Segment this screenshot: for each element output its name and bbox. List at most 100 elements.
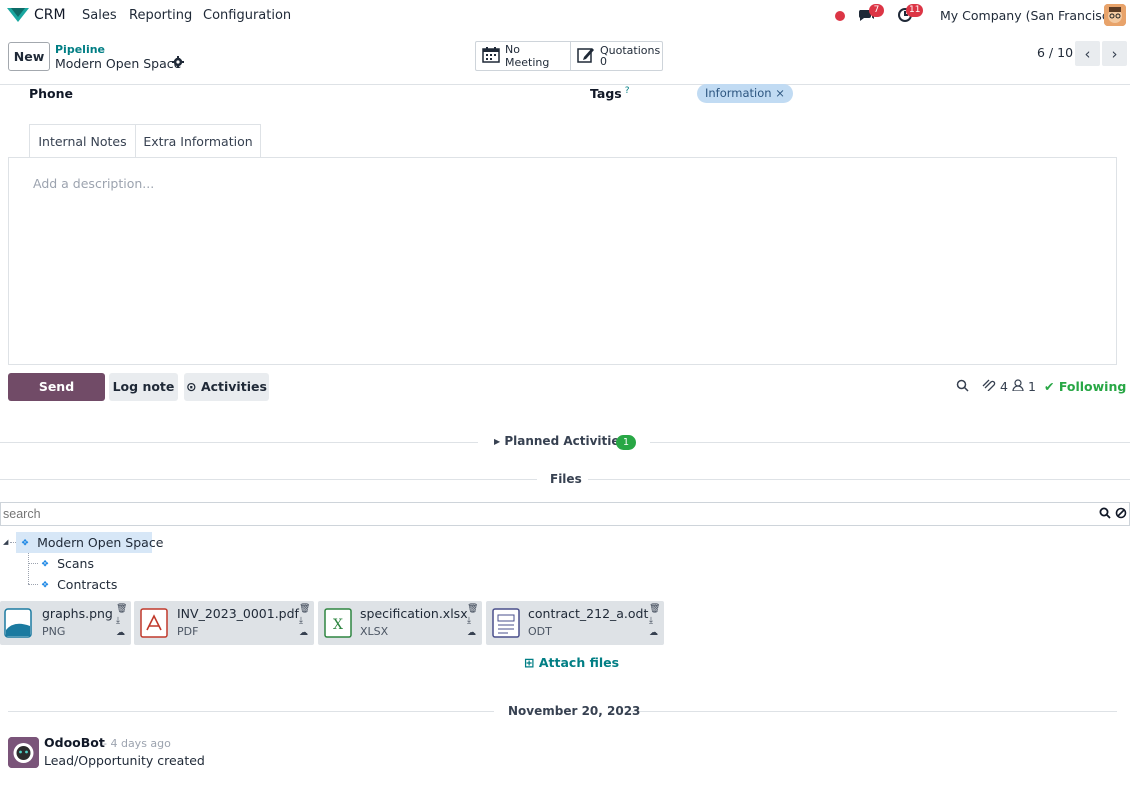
pager-next-button[interactable]: › [1102, 41, 1127, 66]
quotations-label: Quotations [600, 44, 661, 57]
divider [0, 442, 478, 443]
planned-count-badge: 1 [616, 435, 636, 450]
file-card[interactable]: contract_212_a.odt ODT 🗑 ⤓ ☁ [486, 601, 664, 645]
activities-button[interactable]: ⊙ Activities [184, 373, 269, 401]
attach-files-button[interactable]: ⊞ Attach files [524, 655, 619, 670]
description-editor[interactable]: Add a description... [33, 176, 154, 191]
file-type: PDF [177, 625, 199, 638]
log-note-button[interactable]: Log note [109, 373, 178, 401]
top-navbar: CRM Sales Reporting Configuration 7 11 M… [0, 0, 1130, 31]
menu-sales[interactable]: Sales [82, 8, 117, 23]
meeting-label: No Meeting [505, 43, 550, 69]
smart-buttons: No Meeting Quotations 0 [475, 41, 663, 71]
delete-icon[interactable]: 🗑 [649, 603, 660, 615]
tag-information[interactable]: Information × [697, 84, 793, 103]
delete-icon[interactable]: 🗑 [116, 603, 127, 615]
attachments-count: 4 [999, 379, 1008, 394]
menu-configuration[interactable]: Configuration [203, 8, 291, 23]
new-button[interactable]: New [8, 42, 50, 71]
file-name: graphs.png [42, 606, 113, 621]
tags-help-icon[interactable]: ? [625, 86, 630, 96]
breadcrumb-pipeline[interactable]: Pipeline [55, 43, 105, 56]
breadcrumb-current: Modern Open Space [55, 56, 182, 71]
dropbox-icon: ❖ [41, 580, 50, 591]
gear-icon[interactable] [172, 56, 184, 72]
file-type: XLSX [360, 625, 389, 638]
paperclip-icon [982, 379, 1000, 394]
company-switcher[interactable]: My Company (San Francisco) [940, 8, 1121, 23]
dropbox-icon: ❖ [21, 538, 30, 549]
app-name[interactable]: CRM [34, 7, 66, 23]
calendar-icon [482, 46, 500, 66]
file-card[interactable]: graphs.png PNG 🗑 ⤓ ☁ [0, 601, 131, 645]
tags-label: Tags? [590, 86, 630, 101]
tab-extra-information[interactable]: Extra Information [136, 124, 261, 158]
download-icon[interactable]: ⤓ [299, 615, 309, 627]
delete-icon[interactable]: 🗑 [467, 603, 478, 615]
crm-logo-icon[interactable] [6, 7, 30, 27]
message-author[interactable]: OdooBot [44, 735, 105, 750]
divider [650, 442, 1130, 443]
tree-node-contracts[interactable]: ❖ Contracts [41, 577, 117, 592]
following-button[interactable]: ✔ Following [1044, 379, 1126, 394]
following-label: Following [1058, 379, 1127, 394]
download-icon[interactable]: ⤓ [649, 615, 659, 627]
cloud-icon[interactable]: ☁ [467, 627, 477, 639]
activities-label: Activities [200, 379, 267, 394]
document-file-icon [492, 608, 520, 642]
tree-root[interactable]: ❖ Modern Open Space [21, 535, 163, 550]
search-messages-icon[interactable] [956, 379, 969, 395]
divider [8, 711, 494, 712]
plus-square-icon: ⊞ [524, 655, 535, 670]
search-icon[interactable] [1099, 507, 1111, 523]
pager-previous-button[interactable]: ‹ [1075, 41, 1100, 66]
tree-node-label: Contracts [57, 577, 118, 592]
divider [631, 711, 1117, 712]
followers-count: 1 [1027, 379, 1036, 394]
file-name: specification.xlsx [360, 606, 468, 621]
file-card[interactable]: X specification.xlsx XLSX 🗑 ⤓ ☁ [318, 601, 482, 645]
tree-node-scans[interactable]: ❖ Scans [41, 556, 94, 571]
send-message-button[interactable]: Send message [8, 373, 105, 422]
activity-badge: 11 [906, 4, 924, 17]
pdf-file-icon [140, 608, 168, 642]
file-card[interactable]: INV_2023_0001.pdf PDF 🗑 ⤓ ☁ [134, 601, 314, 645]
download-icon[interactable]: ⤓ [116, 615, 126, 627]
meeting-button[interactable]: No Meeting [476, 42, 570, 70]
phone-label: Phone [29, 86, 74, 101]
tab-border-left [8, 157, 29, 158]
tree-root-label: Modern Open Space [37, 535, 164, 550]
attachments-counter[interactable]: 4 [982, 379, 1008, 394]
cloud-icon[interactable]: ☁ [299, 627, 309, 639]
tree-collapse-icon[interactable]: ◢ [3, 538, 8, 546]
file-name: contract_212_a.odt [528, 606, 649, 621]
tab-border-right [261, 157, 1117, 158]
planned-activities-toggle[interactable]: ▶ Planned Activities [494, 434, 627, 448]
pager-value[interactable]: 6 / 10 [1037, 45, 1073, 60]
menu-reporting[interactable]: Reporting [129, 8, 192, 23]
cloud-icon[interactable]: ☁ [649, 627, 659, 639]
file-type: ODT [528, 625, 552, 638]
tab-internal-notes[interactable]: Internal Notes [29, 124, 136, 158]
odoobot-avatar[interactable] [8, 737, 39, 768]
quotations-button[interactable]: Quotations 0 [570, 42, 662, 70]
file-type: PNG [42, 625, 66, 638]
files-search-input[interactable] [0, 502, 1130, 526]
chevron-right-icon: › [1111, 44, 1118, 63]
image-file-icon [4, 608, 32, 642]
user-avatar[interactable] [1104, 4, 1126, 26]
files-title: Files [550, 472, 582, 486]
file-name: INV_2023_0001.pdf [177, 606, 299, 621]
tags-label-text: Tags [590, 86, 622, 102]
clear-search-icon[interactable] [1115, 507, 1127, 523]
status-dot-icon[interactable] [835, 11, 845, 21]
delete-icon[interactable]: 🗑 [299, 603, 310, 615]
clock-icon: ⊙ [186, 379, 197, 394]
followers-counter[interactable]: 1 [1012, 379, 1036, 394]
caret-right-icon: ▶ [494, 437, 501, 446]
cloud-icon[interactable]: ☁ [116, 627, 126, 639]
divider [0, 479, 537, 480]
notes-panel [8, 157, 1117, 365]
download-icon[interactable]: ⤓ [467, 615, 477, 627]
user-icon [1012, 379, 1028, 394]
